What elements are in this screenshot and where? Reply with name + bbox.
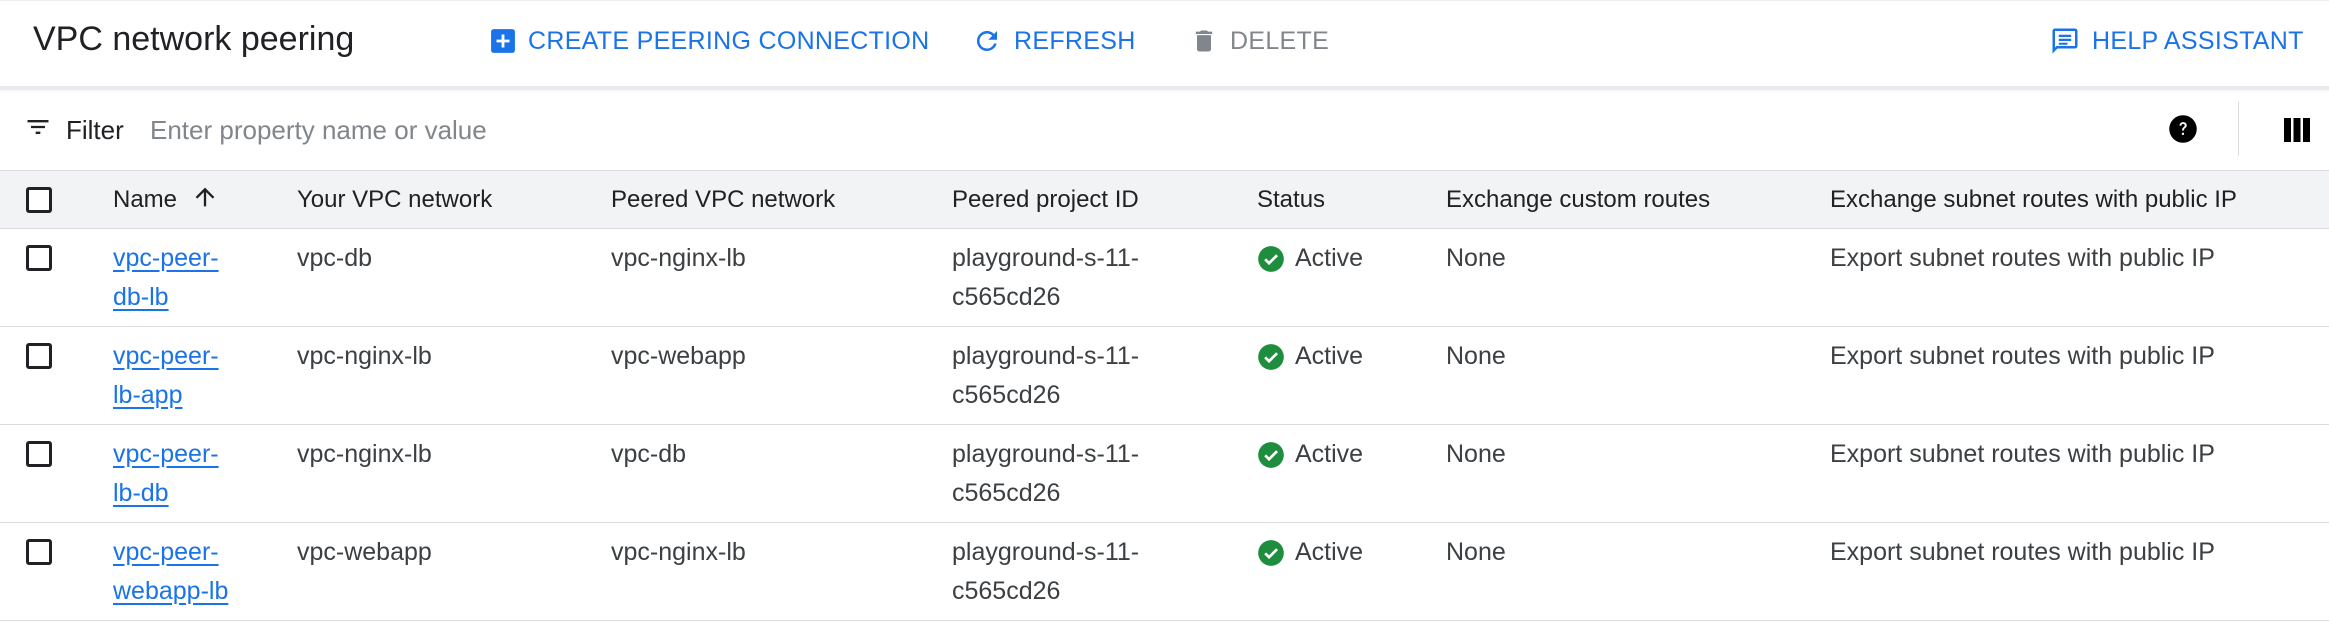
column-header-name[interactable]: Name: [113, 171, 219, 229]
exchange-custom-cell: None: [1446, 440, 1506, 468]
help-circle-icon[interactable]: [2168, 114, 2198, 144]
project-id-line2: c565cd26: [952, 381, 1061, 409]
create-peering-button[interactable]: CREATE PEERING CONNECTION: [490, 21, 930, 61]
peering-name-line1[interactable]: vpc-peer-: [113, 538, 219, 566]
status-cell: Active: [1257, 435, 1437, 481]
status-cell: Active: [1257, 239, 1437, 285]
filter-button[interactable]: Filter: [24, 110, 124, 150]
your-vpc-cell: vpc-nginx-lb: [297, 440, 432, 468]
peered-vpc-cell: vpc-db: [611, 440, 687, 468]
refresh-button[interactable]: REFRESH: [972, 21, 1136, 61]
status-cell: Active: [1257, 533, 1437, 579]
exchange-subnet-cell: Export subnet routes with public IP: [1830, 538, 2215, 566]
column-header-exchange-subnet[interactable]: Exchange subnet routes with public IP: [1830, 171, 2237, 229]
table-row: vpc-peer- webapp-lb vpc-webapp vpc-nginx…: [0, 523, 2329, 621]
peered-project-cell: playground-s-11- c565cd26: [952, 533, 1182, 611]
your-vpc-cell: vpc-webapp: [297, 538, 432, 566]
row-checkbox[interactable]: [26, 245, 52, 271]
project-id-line1: playground-s-11-: [952, 440, 1140, 468]
column-header-exchange-custom[interactable]: Exchange custom routes: [1446, 171, 1710, 229]
peered-project-cell: playground-s-11- c565cd26: [952, 337, 1182, 415]
column-display-icon[interactable]: [2283, 117, 2311, 143]
check-circle-icon: [1257, 343, 1285, 383]
table-row: vpc-peer- lb-db vpc-nginx-lb vpc-db play…: [0, 425, 2329, 523]
filter-label: Filter: [66, 114, 124, 145]
peered-vpc-cell: vpc-webapp: [611, 342, 746, 370]
status-text: Active: [1295, 342, 1364, 370]
peered-project-cell: playground-s-11- c565cd26: [952, 435, 1182, 513]
filter-bar: Filter: [0, 90, 2329, 171]
column-header-name-label: Name: [113, 186, 178, 213]
exchange-subnet-cell: Export subnet routes with public IP: [1830, 440, 2215, 468]
peering-name-line1[interactable]: vpc-peer-: [113, 244, 219, 272]
project-id-line2: c565cd26: [952, 479, 1061, 507]
project-id-line1: playground-s-11-: [952, 342, 1140, 370]
peering-name-link[interactable]: vpc-peer- lb-app: [113, 337, 263, 415]
peering-name-line2[interactable]: webapp-lb: [113, 577, 228, 605]
column-header-your-vpc[interactable]: Your VPC network: [297, 171, 492, 229]
feedback-icon: [2050, 26, 2080, 56]
project-id-line1: playground-s-11-: [952, 538, 1140, 566]
filter-list-icon: [24, 113, 52, 148]
check-circle-icon: [1257, 245, 1285, 285]
refresh-icon: [972, 26, 1002, 56]
peering-name-line2[interactable]: lb-db: [113, 479, 169, 507]
vpc-peering-page: VPC network peering CREATE PEERING CONNE…: [0, 0, 2329, 625]
exchange-custom-cell: None: [1446, 342, 1506, 370]
peering-name-line1[interactable]: vpc-peer-: [113, 342, 219, 370]
column-header-status[interactable]: Status: [1257, 171, 1325, 229]
peering-name-link[interactable]: vpc-peer- db-lb: [113, 239, 263, 317]
exchange-subnet-cell: Export subnet routes with public IP: [1830, 244, 2215, 272]
delete-button[interactable]: DELETE: [1190, 21, 1329, 61]
row-checkbox[interactable]: [26, 539, 52, 565]
select-all-checkbox[interactable]: [26, 187, 52, 213]
help-assistant-label: HELP ASSISTANT: [2092, 26, 2304, 55]
project-id-line2: c565cd26: [952, 577, 1061, 605]
exchange-subnet-cell: Export subnet routes with public IP: [1830, 342, 2215, 370]
create-peering-label: CREATE PEERING CONNECTION: [528, 26, 930, 55]
status-text: Active: [1295, 538, 1364, 566]
check-circle-icon: [1257, 441, 1285, 481]
exchange-custom-cell: None: [1446, 244, 1506, 272]
exchange-custom-cell: None: [1446, 538, 1506, 566]
toolbar-divider: [2238, 102, 2239, 156]
project-id-line1: playground-s-11-: [952, 244, 1140, 272]
table-header-row: Name Your VPC network Peered VPC network…: [0, 171, 2329, 229]
table-row: vpc-peer- lb-app vpc-nginx-lb vpc-webapp…: [0, 327, 2329, 425]
trash-icon: [1190, 26, 1218, 56]
peering-name-link[interactable]: vpc-peer- lb-db: [113, 435, 263, 513]
arrow-up-icon[interactable]: [191, 183, 219, 218]
page-title: VPC network peering: [33, 20, 355, 58]
peering-table: Name Your VPC network Peered VPC network…: [0, 171, 2329, 621]
row-checkbox[interactable]: [26, 441, 52, 467]
project-id-line2: c565cd26: [952, 283, 1061, 311]
column-header-peered-project[interactable]: Peered project ID: [952, 171, 1139, 229]
help-assistant-button[interactable]: HELP ASSISTANT: [2050, 21, 2304, 61]
delete-label: DELETE: [1230, 26, 1330, 55]
status-text: Active: [1295, 244, 1364, 272]
filter-input[interactable]: [150, 110, 2100, 150]
page-header: VPC network peering CREATE PEERING CONNE…: [0, 0, 2329, 86]
your-vpc-cell: vpc-nginx-lb: [297, 342, 432, 370]
peered-vpc-cell: vpc-nginx-lb: [611, 244, 746, 272]
status-cell: Active: [1257, 337, 1437, 383]
add-box-icon: [490, 28, 516, 54]
your-vpc-cell: vpc-db: [297, 244, 373, 272]
refresh-label: REFRESH: [1014, 26, 1136, 55]
row-checkbox[interactable]: [26, 343, 52, 369]
status-text: Active: [1295, 440, 1364, 468]
peering-name-line1[interactable]: vpc-peer-: [113, 440, 219, 468]
peering-name-line2[interactable]: lb-app: [113, 381, 183, 409]
peering-name-line2[interactable]: db-lb: [113, 283, 169, 311]
column-header-peered-vpc[interactable]: Peered VPC network: [611, 171, 835, 229]
peered-vpc-cell: vpc-nginx-lb: [611, 538, 746, 566]
peering-name-link[interactable]: vpc-peer- webapp-lb: [113, 533, 263, 611]
peered-project-cell: playground-s-11- c565cd26: [952, 239, 1182, 317]
check-circle-icon: [1257, 539, 1285, 579]
table-row: vpc-peer- db-lb vpc-db vpc-nginx-lb play…: [0, 229, 2329, 327]
